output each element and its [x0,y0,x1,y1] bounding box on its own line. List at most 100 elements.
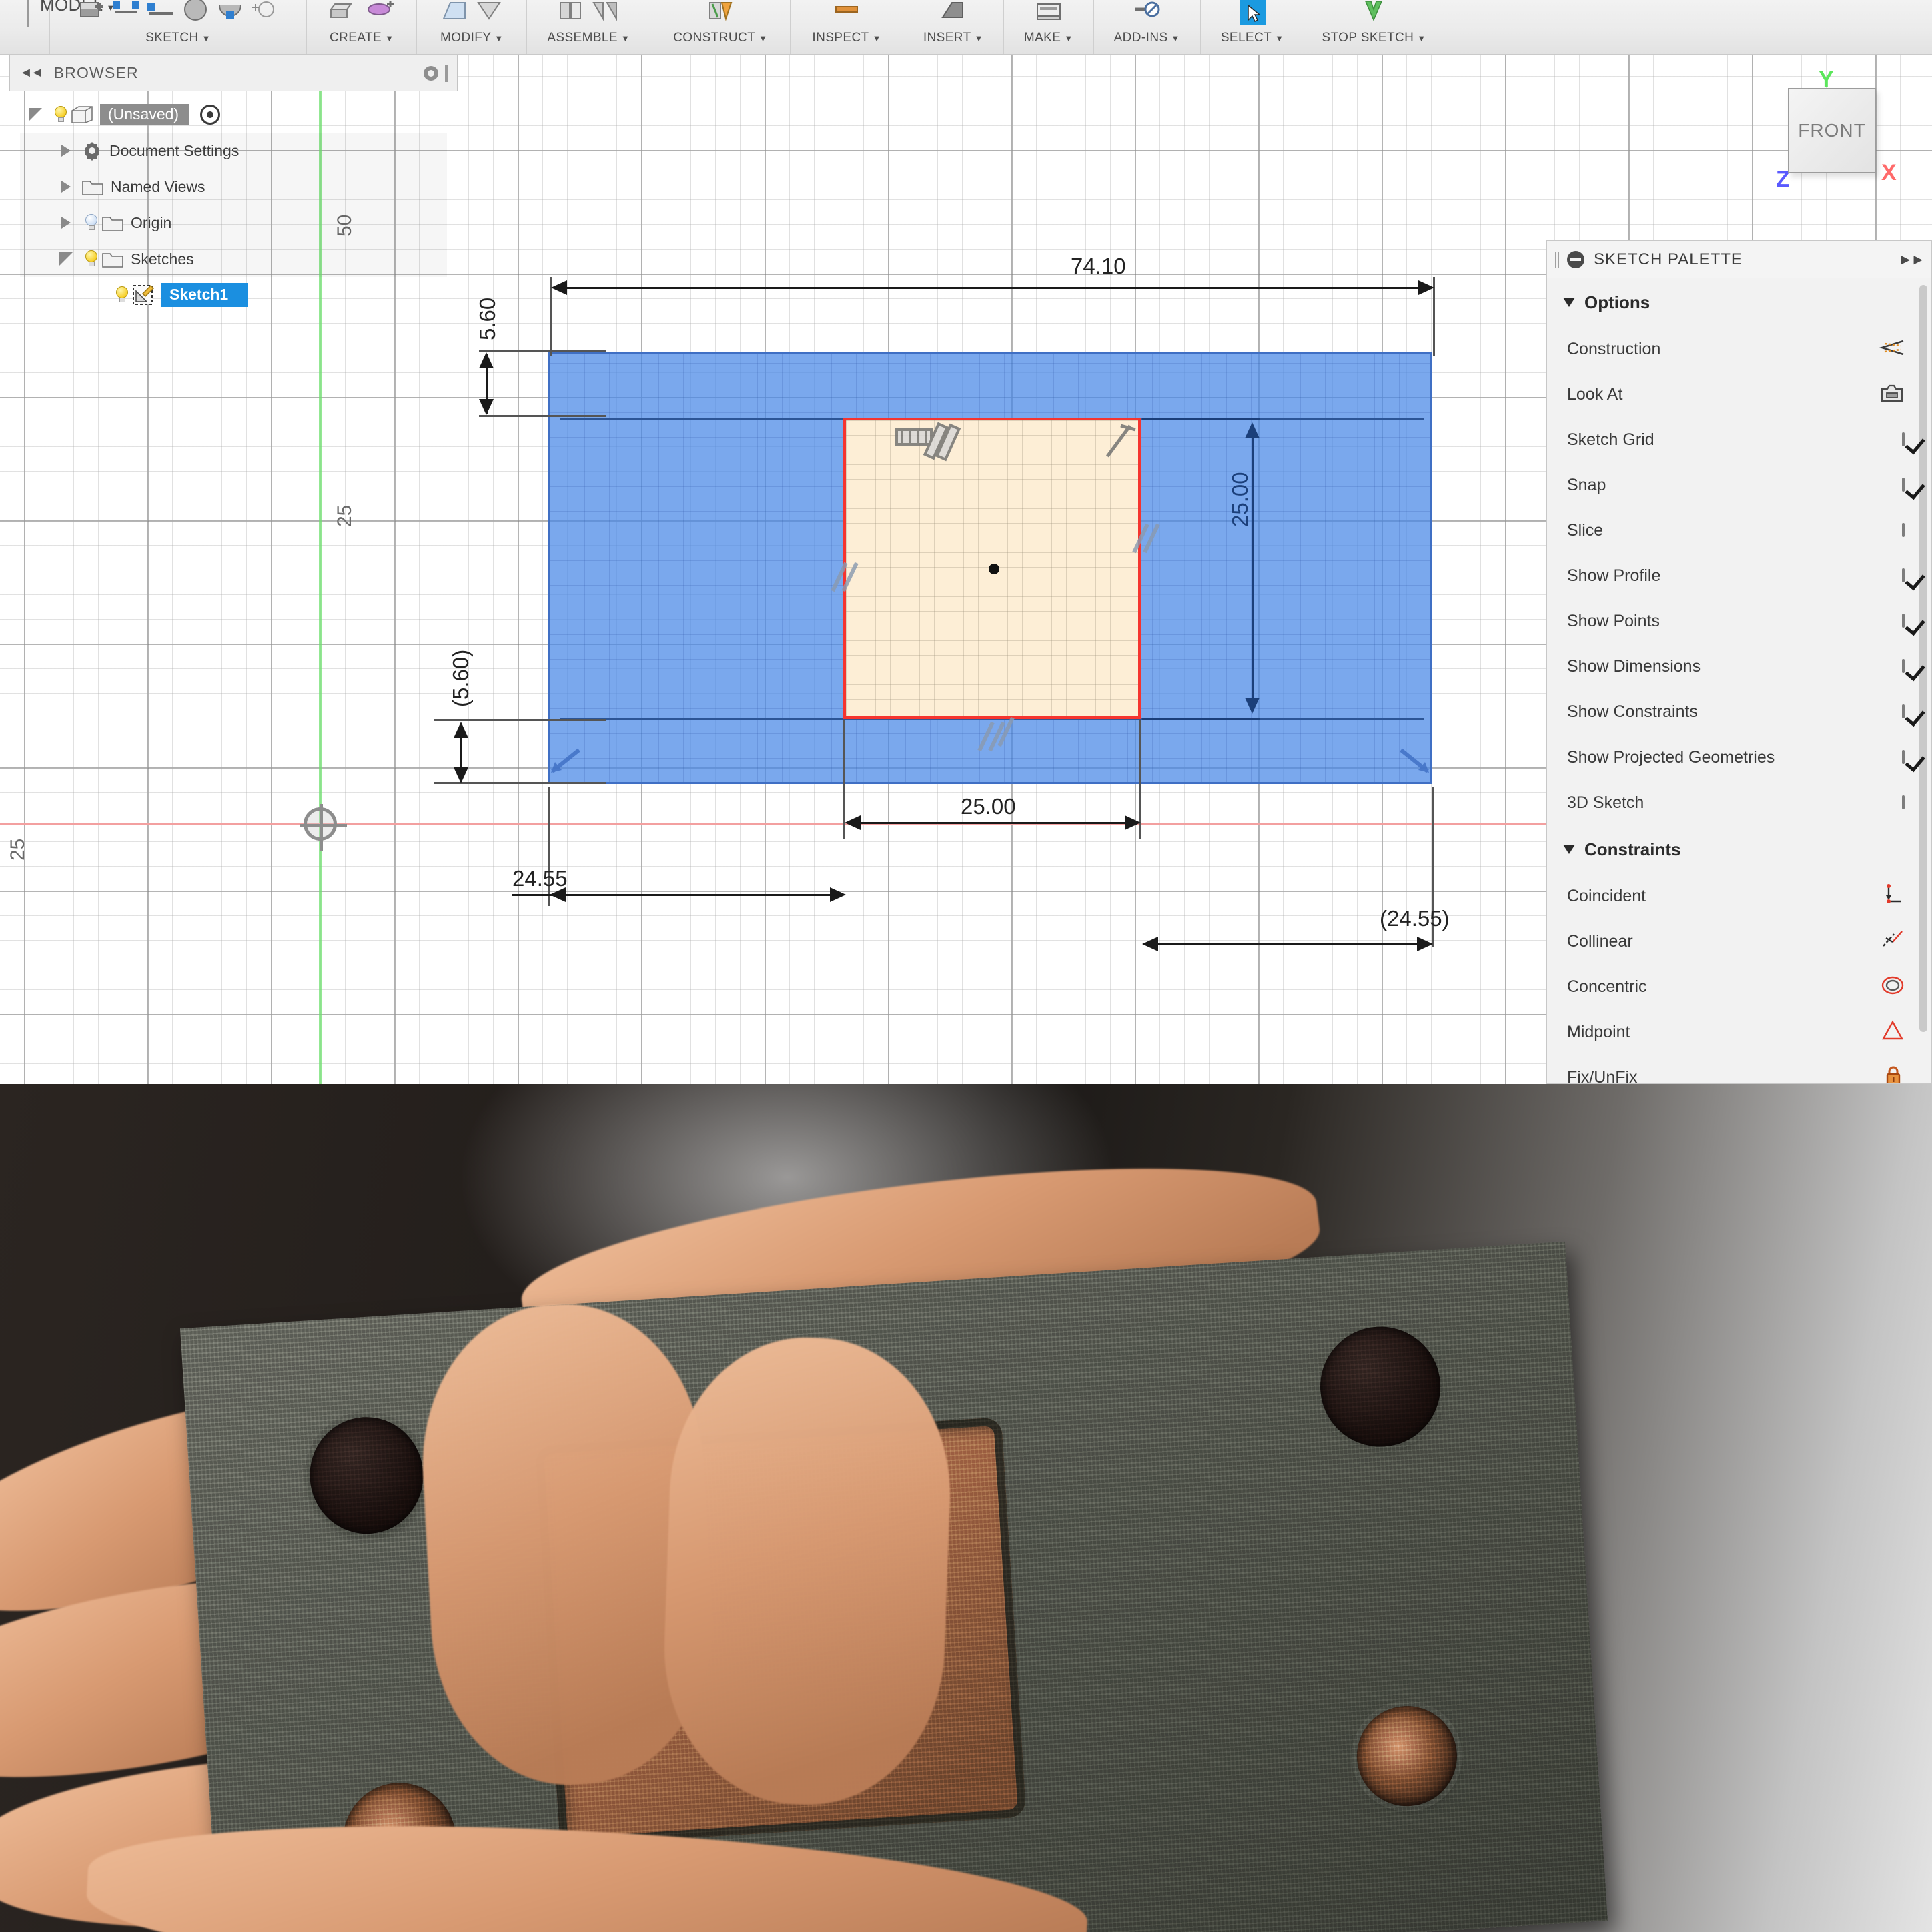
toolbar-group-construct[interactable]: CONSTRUCT ▼ [650,0,791,54]
palette-grip-handle[interactable] [1555,251,1559,268]
dimension-cutout-height[interactable]: 25.00 [1228,472,1253,527]
tree-item-unsaved[interactable]: (Unsaved) [20,97,447,133]
browser-tree[interactable]: (Unsaved) Document Settings Named Views … [20,97,447,313]
toolbar-group-select[interactable]: SELECT ▼ [1201,0,1305,54]
toolbar-label-make[interactable]: MAKE ▼ [1024,31,1073,45]
browser-panel-header[interactable]: ◄◄ BROWSER [9,55,458,91]
palette-row-show-points[interactable]: Show Points [1547,598,1931,644]
palette-scrollbar[interactable] [1919,285,1927,1032]
3d-print-icon[interactable] [1034,0,1063,27]
toolbar-workspace-switcher[interactable]: MODEL ▼ [0,0,115,54]
visibility-bulb-icon[interactable] [81,249,101,269]
toolbar-label-inspect[interactable]: INSPECT ▼ [812,31,881,45]
palette-row-coincident[interactable]: Coincident [1547,873,1931,919]
sketch-center-point[interactable] [989,564,999,574]
section-header-constraints[interactable]: Constraints [1547,825,1931,873]
toolbar-label-stop-sketch[interactable]: STOP SKETCH ▼ [1322,31,1426,45]
toolbar-group-stop-sketch[interactable]: STOP SKETCH ▼ [1304,0,1443,54]
measure-icon[interactable] [832,0,861,27]
expand-arrow-closed-icon[interactable] [51,145,81,157]
arc-icon[interactable] [215,0,245,27]
dimension-bottom-offset[interactable]: (5.60) [448,650,474,707]
coincident-icon[interactable] [1881,883,1905,909]
checkbox-show-constraints[interactable] [1902,704,1905,718]
palette-row-fix-unfix[interactable]: Fix/UnFix [1547,1055,1931,1083]
press-pull-icon[interactable] [440,0,469,27]
select-cursor-icon[interactable] [1238,0,1267,27]
dimension-top-offset[interactable]: 5.60 [475,298,500,340]
palette-row-sketch-grid[interactable]: Sketch Grid [1547,417,1931,462]
construction-line-icon[interactable] [1878,337,1905,362]
circle-icon[interactable] [181,0,210,27]
fusion-cad-viewport[interactable]: 50 25 25 74.10 5.60 (5.60) 25.00 25.00 2… [0,0,1932,1084]
toolbar-group-sketch[interactable]: SKETCH ▼ [50,0,307,54]
checkbox-show-points[interactable] [1902,614,1905,628]
palette-row-look-at[interactable]: Look At [1547,372,1931,417]
insert-mcmaster-icon[interactable] [939,0,968,27]
visibility-bulb-off-icon[interactable] [81,213,101,233]
visibility-bulb-icon[interactable] [112,285,132,305]
toolbar-label-addins[interactable]: ADD-INS ▼ [1114,31,1180,45]
palette-row-show-dimensions[interactable]: Show Dimensions [1547,644,1931,689]
browser-grip-handle[interactable] [445,64,448,82]
dimension-overall-width[interactable]: 74.10 [1071,254,1126,279]
joint-icon[interactable] [591,0,620,27]
toolbar-group-inspect[interactable]: INSPECT ▼ [791,0,903,54]
checkbox-slice[interactable] [1902,523,1905,537]
checkbox-3d-sketch[interactable] [1902,795,1905,809]
dimension-right-offset[interactable]: (24.55) [1380,906,1450,931]
browser-dock-controls[interactable] [424,64,448,82]
palette-row-slice[interactable]: Slice [1547,508,1931,553]
tree-item-document-settings[interactable]: Document Settings [20,133,447,169]
expand-arrow-open-icon[interactable] [20,108,51,121]
point-icon[interactable] [250,0,280,27]
checkbox-sketch-grid[interactable] [1902,432,1905,446]
main-toolbar[interactable]: MODEL ▼ SKETCH ▼ CREATE ▼ MODIFY ▼ ASSEM… [0,0,1932,55]
chevron-down-icon[interactable] [1563,845,1575,854]
perpendicular-constraint-icon[interactable] [1101,419,1138,460]
section-header-options[interactable]: Options [1547,278,1931,326]
revolve-icon[interactable] [364,0,394,27]
midpoint-icon[interactable] [1881,1019,1905,1045]
dimension-cutout-width[interactable]: 25.00 [961,794,1016,819]
toolbar-group-modify[interactable]: MODIFY ▼ [417,0,528,54]
expand-right-icon[interactable]: ►► [1898,251,1925,268]
toolbar-group-make[interactable]: MAKE ▼ [1004,0,1094,54]
toolbar-label-create[interactable]: CREATE ▼ [330,31,394,45]
new-sketch-icon[interactable] [77,0,106,27]
fix-unfix-lock-icon[interactable] [1882,1065,1905,1083]
dimension-left-offset[interactable]: 24.55 [512,866,568,891]
expand-arrow-closed-icon[interactable] [51,181,81,193]
browser-minimize-icon[interactable] [424,65,438,81]
origin-point-icon[interactable] [300,804,347,851]
palette-row-show-constraints[interactable]: Show Constraints [1547,689,1931,735]
checkbox-show-projected-geometries[interactable] [1902,750,1905,764]
visibility-bulb-icon[interactable] [51,105,71,125]
toolbar-label-construct[interactable]: CONSTRUCT ▼ [673,31,767,45]
capture-position-icon[interactable] [200,105,221,125]
line-icon[interactable] [111,0,141,27]
expand-arrow-open-icon[interactable] [51,252,81,266]
look-at-camera-icon[interactable] [1879,382,1905,407]
minimize-icon[interactable] [1567,250,1584,268]
palette-row-show-profile[interactable]: Show Profile [1547,553,1931,598]
palette-row-midpoint[interactable]: Midpoint [1547,1009,1931,1055]
chevron-down-icon[interactable] [1563,298,1575,307]
palette-row-show-projected-geometries[interactable]: Show Projected Geometries [1547,735,1931,780]
tree-item-sketches[interactable]: Sketches [20,241,447,277]
checkbox-show-profile[interactable] [1902,568,1905,582]
sketch-palette-body[interactable]: Options Construction Look At Sketch Grid [1547,278,1931,1083]
toolbar-label-assemble[interactable]: ASSEMBLE ▼ [547,31,630,45]
horizontal-vertical-constraint-icon[interactable] [894,420,961,462]
collinear-icon[interactable] [1881,929,1905,955]
toolbar-label-select[interactable]: SELECT ▼ [1221,31,1284,45]
palette-row-snap[interactable]: Snap [1547,462,1931,508]
palette-row-collinear[interactable]: Collinear [1547,919,1931,964]
new-component-icon[interactable] [556,0,586,27]
toolbar-label-modify[interactable]: MODIFY ▼ [440,31,504,45]
palette-row-concentric[interactable]: Concentric [1547,964,1931,1009]
toolbar-group-create[interactable]: CREATE ▼ [307,0,418,54]
concentric-icon[interactable] [1881,974,1905,1000]
tree-item-sketch1[interactable]: Sketch1 [20,277,447,313]
toolbar-label-sketch[interactable]: SKETCH ▼ [145,31,211,45]
